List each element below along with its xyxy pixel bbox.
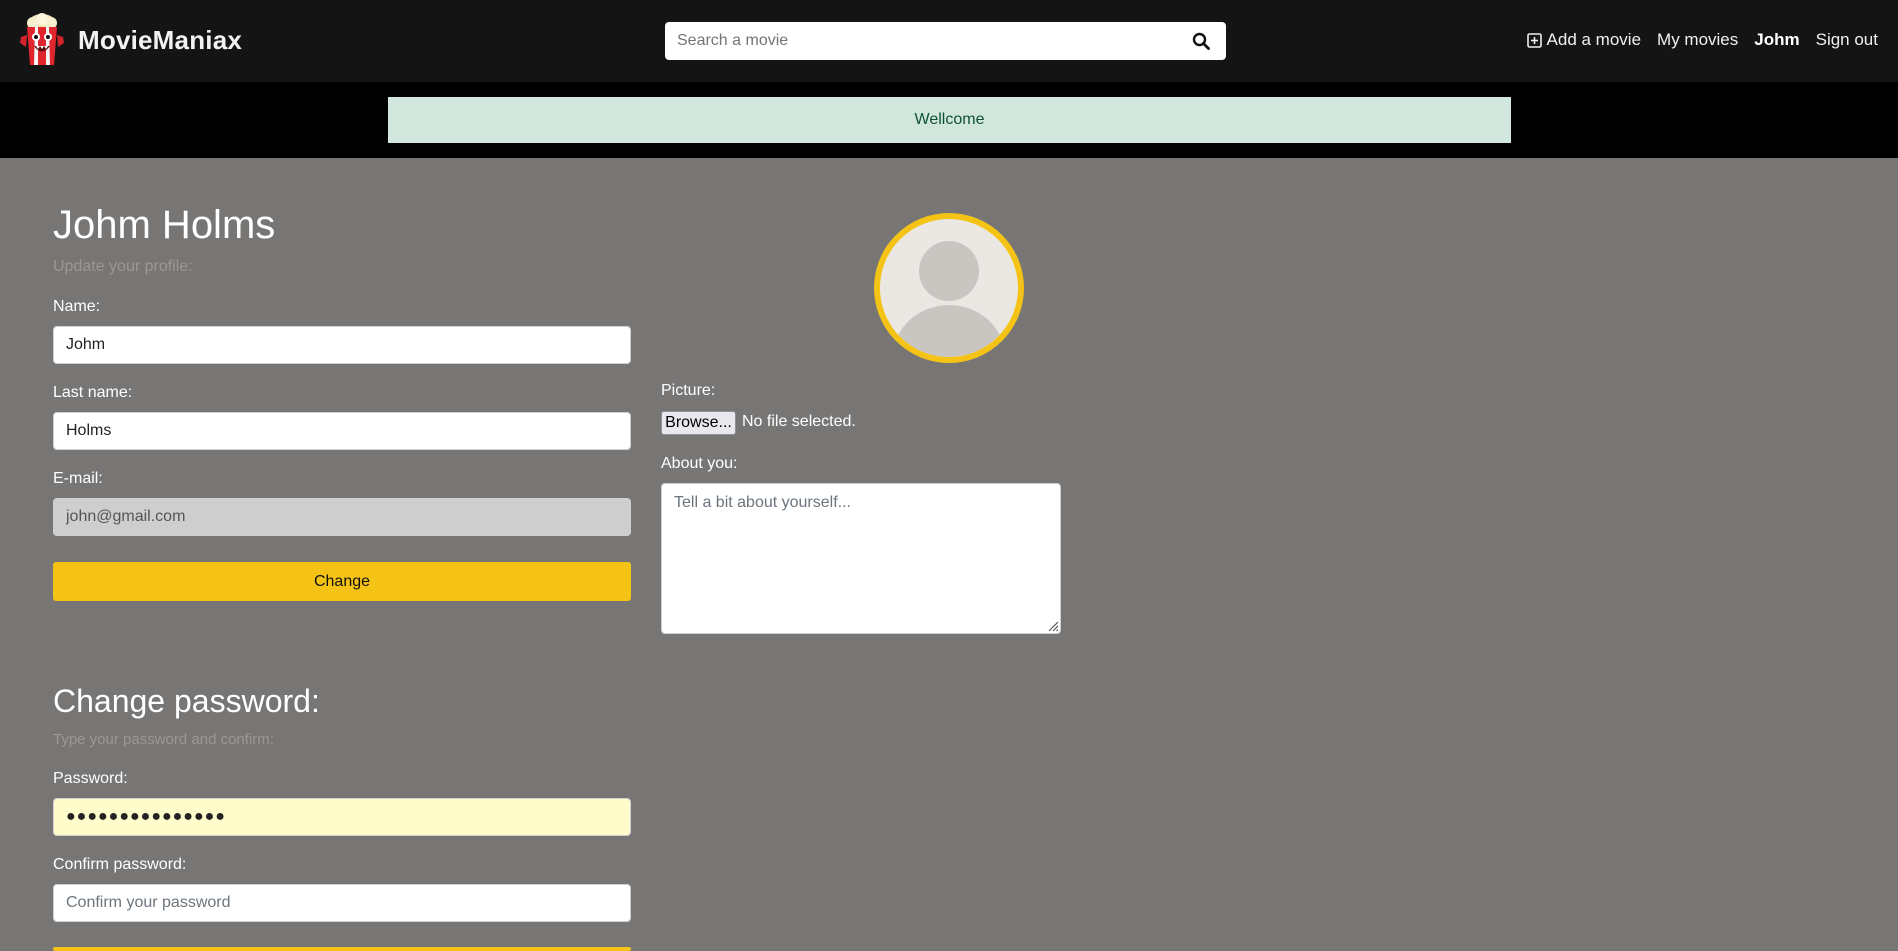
password-field[interactable] (53, 798, 631, 836)
nav-add-movie-label: Add a movie (1546, 30, 1642, 49)
name-label: Name: (53, 298, 101, 315)
name-field[interactable] (53, 326, 631, 364)
confirm-password-field[interactable] (53, 884, 631, 922)
search-bar (665, 22, 1226, 60)
avatar (874, 213, 1024, 363)
about-label: About you: (661, 455, 738, 472)
alert-band: Wellcome (0, 82, 1898, 158)
email-label: E-mail: (53, 470, 103, 487)
nav-add-movie[interactable]: Add a movie (1526, 30, 1642, 50)
search-icon[interactable] (1192, 32, 1210, 50)
nav-sign-out[interactable]: Sign out (1816, 30, 1878, 50)
change-profile-button[interactable]: Change (53, 562, 631, 601)
confirm-password-label: Confirm password: (53, 856, 187, 873)
last-name-field[interactable] (53, 412, 631, 450)
search-input[interactable] (665, 22, 1175, 60)
nav-my-movies[interactable]: My movies (1657, 30, 1738, 50)
email-field (53, 498, 631, 536)
popcorn-mascot-icon (20, 13, 64, 65)
welcome-alert: Wellcome (388, 97, 1511, 143)
password-subtitle: Type your password and confirm: (53, 731, 274, 748)
change-password-button[interactable] (53, 947, 631, 951)
last-name-label: Last name: (53, 384, 133, 401)
brand-link[interactable]: MovieManiax (18, 13, 242, 67)
profile-title: Johm Holms (53, 203, 276, 247)
browse-file-button[interactable]: Browse... (661, 411, 736, 435)
nav-user-profile[interactable]: Johm (1754, 30, 1799, 50)
brand-name: MovieManiax (78, 24, 243, 55)
main-nav: Add a movie My movies Johm Sign out (1526, 30, 1878, 50)
picture-label: Picture: (661, 382, 716, 399)
plus-square-icon (1526, 32, 1542, 48)
file-status: No file selected. (742, 413, 856, 430)
password-title: Change password: (53, 683, 320, 719)
top-navbar: MovieManiax Add a movie My movies Johm S… (0, 0, 1898, 82)
password-label: Password: (53, 770, 128, 787)
profile-subtitle: Update your profile: (53, 258, 193, 275)
about-textarea[interactable] (661, 483, 1061, 634)
resize-grip-icon[interactable] (1046, 619, 1059, 632)
default-user-icon (893, 241, 1005, 357)
